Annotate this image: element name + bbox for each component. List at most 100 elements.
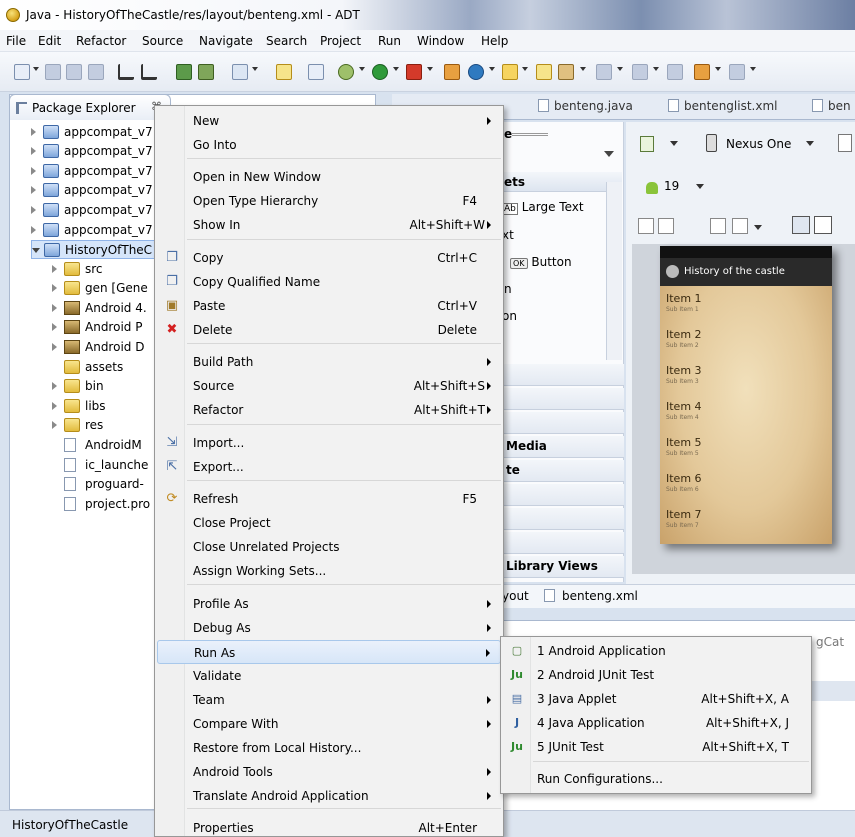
debug-icon[interactable] [338, 64, 354, 80]
dropdown-arrow-icon[interactable] [359, 67, 365, 71]
dropdown-arrow-icon[interactable] [393, 67, 399, 71]
menu-item-validate[interactable]: Validate [157, 664, 501, 688]
package-explorer-tab[interactable]: Package Explorer ⌘ [9, 94, 171, 120]
menu-item-run-as[interactable]: Run As [157, 640, 501, 664]
tree-item-proguard-[interactable]: proguard- [52, 475, 152, 494]
menu-item-refactor[interactable]: Refactor Alt+Shift+T [157, 398, 501, 422]
menu-item-copy-qualified-name[interactable]: ❐ Copy Qualified Name [157, 270, 501, 294]
fill-height-icon[interactable] [658, 218, 674, 234]
android-sdk-icon[interactable] [118, 64, 134, 80]
zoom-actual-icon[interactable] [792, 216, 810, 234]
list-item[interactable]: Item 3 Sub Item 3 [666, 364, 702, 385]
menu-item-translate-android-application[interactable]: Translate Android Application [157, 784, 501, 808]
tree-item-appcompat-v7[interactable]: appcompat_v7 [31, 221, 153, 240]
android-device-icon[interactable] [198, 64, 214, 80]
collapsed-arrow-icon[interactable] [31, 128, 36, 136]
tree-item-appcompat-v7[interactable]: appcompat_v7 [31, 201, 153, 220]
run-icon[interactable] [372, 64, 388, 80]
collapsed-arrow-icon[interactable] [52, 402, 57, 410]
tab-graphical-layout[interactable]: yout [502, 589, 529, 603]
menu-item-close-unrelated-projects[interactable]: Close Unrelated Projects [157, 535, 501, 559]
list-item[interactable]: Item 7 Sub Item 7 [666, 508, 702, 529]
collapsed-arrow-icon[interactable] [52, 421, 57, 429]
run-as-item-2-android-junit-test[interactable]: Ju 2 Android JUnit Test [503, 663, 809, 687]
menu-refactor[interactable]: Refactor [76, 34, 126, 48]
menu-item-open-type-hierarchy[interactable]: Open Type Hierarchy F4 [157, 189, 501, 213]
list-item[interactable]: Item 1 Sub Item 1 [666, 292, 702, 313]
print-icon[interactable] [88, 64, 104, 80]
dropdown-arrow-icon[interactable] [33, 67, 39, 71]
expanded-arrow-icon[interactable] [32, 248, 40, 253]
checkbox-icon[interactable] [232, 64, 248, 80]
next-annotation-icon[interactable] [632, 64, 648, 80]
menu-navigate[interactable]: Navigate [199, 34, 253, 48]
open-type-icon[interactable] [502, 64, 518, 80]
edit-icon[interactable] [558, 64, 574, 80]
open-folder-icon[interactable] [536, 64, 552, 80]
android-avd-icon[interactable] [141, 64, 157, 80]
tree-item-gen-gene[interactable]: gen [Gene [52, 279, 152, 298]
palette-dropdown-icon[interactable] [604, 151, 614, 157]
tree-item-androidm[interactable]: AndroidM [52, 436, 152, 455]
android-lint-icon[interactable] [176, 64, 192, 80]
orientation-icon[interactable] [838, 134, 852, 152]
dropdown-arrow-icon[interactable] [252, 67, 258, 71]
external-tools-icon[interactable] [406, 64, 422, 80]
back-icon[interactable] [694, 64, 710, 80]
dropdown-arrow-icon[interactable] [580, 67, 586, 71]
dropdown-arrow-icon[interactable] [617, 67, 623, 71]
list-item[interactable]: Item 4 Sub Item 4 [666, 400, 702, 421]
list-item[interactable]: Item 6 Sub Item 6 [666, 472, 702, 493]
menu-item-restore-from-local-history[interactable]: Restore from Local History... [157, 736, 501, 760]
collapsed-arrow-icon[interactable] [52, 343, 57, 351]
palette-scrollbar[interactable] [606, 182, 622, 360]
collapsed-arrow-icon[interactable] [31, 147, 36, 155]
previous-annotation-icon[interactable] [667, 64, 683, 80]
menu-item-refresh[interactable]: ⟳ Refresh F5 [157, 487, 501, 511]
tree-item-appcompat-v7[interactable]: appcompat_v7 [31, 123, 153, 142]
menu-item-import[interactable]: ⇲ Import... [157, 431, 501, 455]
tree-item-project-pro[interactable]: project.pro [52, 495, 152, 514]
menu-item-new[interactable]: New [157, 109, 501, 133]
new-package-icon[interactable] [444, 64, 460, 80]
menu-item-debug-as[interactable]: Debug As [157, 616, 501, 640]
zoom-fit-icon[interactable] [710, 218, 726, 234]
new-java-class-icon[interactable] [468, 64, 484, 80]
menu-help[interactable]: Help [481, 34, 508, 48]
run-as-item-5-junit-test[interactable]: Ju 5 JUnit Test Alt+Shift+X, T [503, 735, 809, 759]
palette-section[interactable] [500, 508, 624, 530]
menu-source[interactable]: Source [142, 34, 183, 48]
dropdown-arrow-icon[interactable] [715, 67, 721, 71]
tree-item-res[interactable]: res [52, 416, 152, 435]
api-level[interactable]: 19 [664, 179, 679, 193]
layout-file-icon[interactable] [640, 136, 654, 152]
run-as-item-1-android-application[interactable]: ▢ 1 Android Application [503, 639, 809, 663]
palette-section-library-views[interactable]: Library Views [500, 556, 624, 578]
list-item[interactable]: Item 5 Sub Item 5 [666, 436, 702, 457]
palette-item-button[interactable]: OK Button [510, 255, 572, 269]
menu-edit[interactable]: Edit [38, 34, 61, 48]
menu-item-compare-with[interactable]: Compare With [157, 712, 501, 736]
palette-section[interactable] [500, 388, 624, 410]
collapsed-arrow-icon[interactable] [52, 304, 57, 312]
palette-section[interactable] [500, 364, 624, 386]
collapsed-arrow-icon[interactable] [31, 226, 36, 234]
menu-item-team[interactable]: Team [157, 688, 501, 712]
collapsed-arrow-icon[interactable] [31, 186, 36, 194]
collapsed-arrow-icon[interactable] [31, 167, 36, 175]
menu-item-copy[interactable]: ❐ Copy Ctrl+C [157, 246, 501, 270]
collapsed-arrow-icon[interactable] [52, 323, 57, 331]
run-as-item-run-configurations[interactable]: Run Configurations... [503, 767, 809, 791]
collapsed-arrow-icon[interactable] [31, 206, 36, 214]
dropdown-arrow-icon[interactable] [750, 67, 756, 71]
collapsed-arrow-icon[interactable] [52, 284, 57, 292]
skip-breakpoints-icon[interactable] [308, 64, 324, 80]
run-as-item-3-java-applet[interactable]: ▤ 3 Java Applet Alt+Shift+X, A [503, 687, 809, 711]
tree-item-android-4-[interactable]: Android 4. [52, 299, 152, 318]
menu-item-delete[interactable]: ✖ Delete Delete [157, 318, 501, 342]
dropdown-arrow-icon[interactable] [522, 67, 528, 71]
zoom-icon[interactable] [732, 218, 748, 234]
zoom-in-icon[interactable] [814, 216, 832, 234]
menu-item-paste[interactable]: ▣ Paste Ctrl+V [157, 294, 501, 318]
device-selector[interactable]: Nexus One [726, 137, 791, 151]
